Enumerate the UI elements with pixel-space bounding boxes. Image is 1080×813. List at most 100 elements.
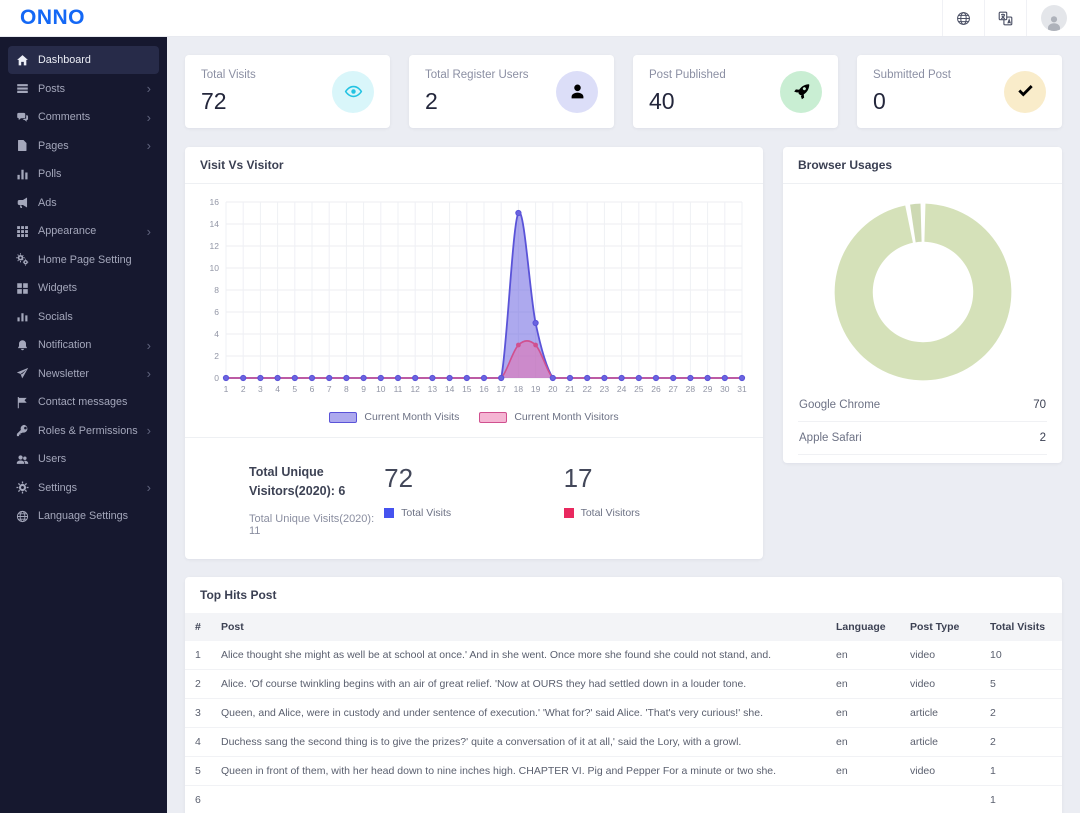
svg-text:16: 16 xyxy=(210,197,220,207)
svg-text:7: 7 xyxy=(327,384,332,394)
sidebar: Dashboard Posts › Comments › Pages › Polls Ads Ap… xyxy=(0,37,167,813)
svg-text:23: 23 xyxy=(600,384,610,394)
sidebar-item-contact-messages[interactable]: Contact messages xyxy=(8,388,159,416)
sidebar-item-notification[interactable]: Notification › xyxy=(8,331,159,359)
chevron-right-icon: › xyxy=(146,223,151,239)
svg-text:28: 28 xyxy=(686,384,696,394)
visit-chart-body: 0 2 4 6 8 10 12 14 16 1 2 3 4 5 6 7 8 9 10 11 12 13 14 15 16 17 18… xyxy=(185,184,763,437)
unique-stats: Total Unique Visitors(2020): 6 Total Uni… xyxy=(249,463,384,537)
sidebar-item-users[interactable]: Users xyxy=(8,445,159,473)
row-number: 5 xyxy=(185,755,211,786)
donut-slice-apple-safari[interactable] xyxy=(909,203,922,243)
post-title: Queen, and Alice, were in custody and un… xyxy=(211,697,826,728)
sidebar-item-socials[interactable]: Socials xyxy=(8,303,159,331)
sidebar-item-home-page-setting[interactable]: Home Page Setting xyxy=(8,246,159,274)
svg-text:8: 8 xyxy=(344,384,349,394)
total-visits-value: 72 xyxy=(384,463,414,493)
comments-icon xyxy=(16,111,29,124)
post-total-visits: 5 xyxy=(980,668,1062,699)
sidebar-item-settings[interactable]: Settings › xyxy=(8,474,159,502)
table-row[interactable]: 61 xyxy=(185,784,1062,813)
sidebar-item-newsletter[interactable]: Newsletter › xyxy=(8,360,159,388)
sidebar-item-label: Contact messages xyxy=(38,396,128,408)
svg-text:14: 14 xyxy=(445,384,455,394)
sidebar-item-language-settings[interactable]: Language Settings xyxy=(8,502,159,530)
column-header-language: Language xyxy=(836,620,886,633)
sidebar-item-ads[interactable]: Ads xyxy=(8,189,159,217)
top-hits-card: Top Hits Post # Post Language Post Type Tota… xyxy=(185,576,1062,813)
total-visits-label: Total Visits xyxy=(401,507,452,519)
svg-text:18: 18 xyxy=(514,384,524,394)
chevron-right-icon: › xyxy=(146,423,151,438)
translate-icon xyxy=(998,11,1013,26)
chevron-right-icon: › xyxy=(146,81,151,96)
sidebar-item-polls[interactable]: Polls xyxy=(8,160,159,188)
stat-card-submitted-post[interactable]: Submitted Post 0 xyxy=(857,55,1062,128)
svg-text:25: 25 xyxy=(634,384,644,394)
visit-vs-visitor-chart: 02468101214161 2 3 4 5 6 7 8 9 10 11 12 13 14 15 16 17 18… xyxy=(210,197,747,394)
eye-icon xyxy=(332,70,374,113)
chevron-right-icon: › xyxy=(146,109,151,125)
post-language: en xyxy=(826,726,900,757)
svg-text:2: 2 xyxy=(214,351,219,361)
browser-count: 70 xyxy=(1033,399,1046,411)
stat-card-text: Total Register Users 2 xyxy=(425,69,529,115)
post-total-visits: 10 xyxy=(990,648,1002,661)
column-header-post-type: Post Type xyxy=(910,620,960,633)
svg-text:19: 19 xyxy=(531,384,541,394)
table-row[interactable]: 5 Queen in front of them, with her head d… xyxy=(185,755,1062,786)
svg-text:10: 10 xyxy=(210,263,220,273)
total-unique-visits: Total Unique Visits(2020): 11 xyxy=(249,512,375,537)
stat-card-text: Total Visits 72 xyxy=(201,69,256,115)
stat-card-total-visits[interactable]: Total Visits 72 xyxy=(185,55,390,128)
stat-card-value: 2 xyxy=(425,87,438,114)
svg-text:22: 22 xyxy=(582,384,592,394)
sidebar-item-label: Appearance xyxy=(38,225,97,237)
svg-text:3: 3 xyxy=(258,384,263,394)
post-language: en xyxy=(826,755,900,786)
total-visitors-label: Total Visitors xyxy=(580,507,640,519)
svg-text:6: 6 xyxy=(214,307,219,317)
svg-text:13: 13 xyxy=(428,384,438,394)
sidebar-item-appearance[interactable]: Appearance › xyxy=(8,217,159,245)
language-button[interactable] xyxy=(942,0,984,36)
sidebar-item-roles-permissions[interactable]: Roles & Permissions › xyxy=(8,417,159,445)
sidebar-item-widgets[interactable]: Widgets xyxy=(8,274,159,302)
sidebar-item-posts[interactable]: Posts › xyxy=(8,75,159,103)
legend-swatch xyxy=(479,411,508,423)
pages-icon xyxy=(16,139,29,152)
stat-card-value: 0 xyxy=(873,87,886,114)
brand-logo[interactable]: ONNO xyxy=(0,6,85,30)
post-total-visits: 1 xyxy=(980,755,1062,786)
user-icon xyxy=(556,70,598,113)
stat-card-post-published[interactable]: Post Published 40 xyxy=(633,55,838,128)
donut-slice-google-chrome[interactable] xyxy=(834,203,1011,381)
translate-button[interactable] xyxy=(984,0,1026,36)
svg-text:1: 1 xyxy=(224,384,229,394)
svg-text:4: 4 xyxy=(214,329,219,339)
total-visitors-value: 17 xyxy=(563,463,593,493)
sidebar-item-comments[interactable]: Comments › xyxy=(8,103,159,131)
table-row[interactable]: 1 Alice thought she might as well be at s… xyxy=(185,641,1062,670)
sidebar-item-dashboard[interactable]: Dashboard xyxy=(8,46,159,74)
post-type: article xyxy=(900,726,980,757)
sidebar-item-label: Ads xyxy=(38,196,57,209)
browser-count: 2 xyxy=(1039,432,1046,444)
browser-row-apple-safari[interactable]: Apple Safari 2 xyxy=(798,422,1047,455)
row-number: 3 xyxy=(185,697,211,728)
total-visits-stat: 72 Total Visits xyxy=(384,463,563,537)
total-visits-legend-swatch xyxy=(384,508,395,518)
table-row[interactable]: 4 Duchess sang the second thing is to giv… xyxy=(185,726,1062,757)
legend-item-current-month-visitors: Current Month Visitors xyxy=(479,411,619,423)
sidebar-item-label: Newsletter xyxy=(38,367,90,380)
table-row[interactable]: 3 Queen, and Alice, were in custody and u… xyxy=(185,697,1062,728)
profile-avatar[interactable] xyxy=(1026,0,1080,36)
stat-card-total-register-users[interactable]: Total Register Users 2 xyxy=(409,55,614,128)
sidebar-item-pages[interactable]: Pages › xyxy=(8,132,159,160)
newsletter-icon xyxy=(16,367,29,380)
table-row[interactable]: 2 Alice. 'Of course twinkling begins with… xyxy=(185,668,1062,699)
post-type: video xyxy=(900,755,980,786)
table-header-row: # Post Language Post Type Total Visits xyxy=(185,612,1062,641)
browser-row-google-chrome[interactable]: Google Chrome 70 xyxy=(798,389,1047,422)
post-type xyxy=(900,784,980,813)
